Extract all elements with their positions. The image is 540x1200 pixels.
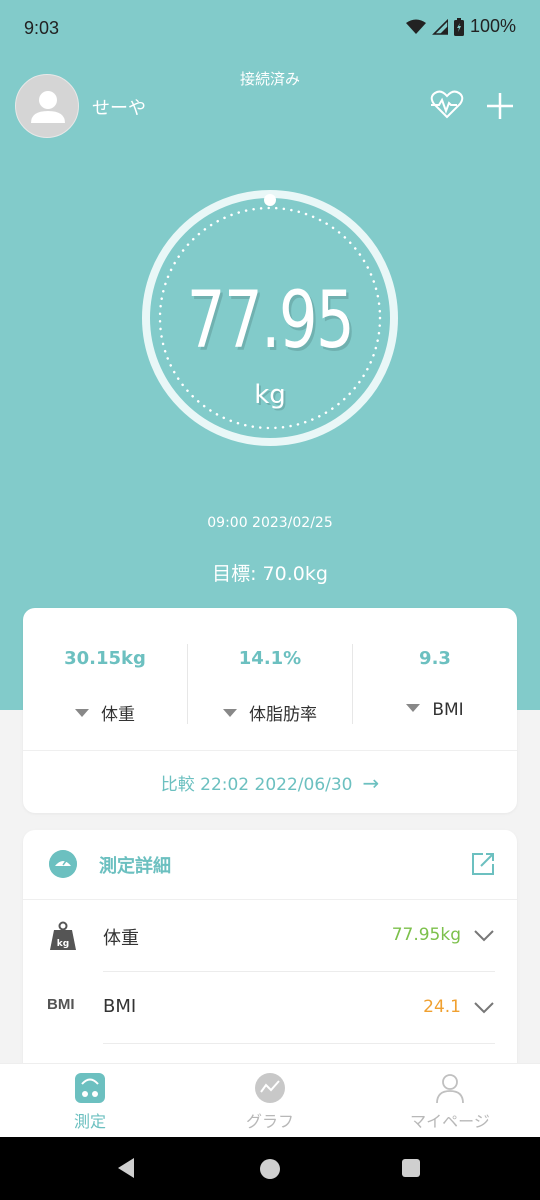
home-icon[interactable] bbox=[260, 1159, 280, 1179]
nav-graph[interactable]: グラフ bbox=[180, 1064, 360, 1138]
down-triangle-icon bbox=[406, 704, 421, 712]
graph-icon bbox=[255, 1073, 285, 1103]
down-triangle-icon bbox=[75, 709, 89, 717]
weight-unit: kg bbox=[254, 380, 286, 410]
username[interactable]: せーや bbox=[92, 94, 146, 120]
connection-status: 接続済み bbox=[239, 70, 300, 88]
nav-label: マイページ bbox=[410, 1112, 490, 1131]
signal-icon bbox=[432, 18, 448, 35]
chevron-down-icon bbox=[474, 930, 494, 942]
scale-icon bbox=[75, 1073, 105, 1103]
battery-icon bbox=[453, 17, 464, 36]
compare-button[interactable]: 比較 22:02 2022/06/30 → bbox=[23, 770, 517, 797]
battery-percent: 100% bbox=[469, 16, 516, 36]
recent-apps-icon[interactable] bbox=[402, 1159, 420, 1177]
stat-body-fat-change: 14.1% 体脂肪率 bbox=[188, 608, 352, 750]
details-title: 測定詳細 bbox=[99, 856, 171, 877]
heart-rate-icon[interactable] bbox=[430, 90, 464, 120]
stat-value: 30.15kg bbox=[64, 648, 146, 669]
system-nav-bar bbox=[0, 1137, 540, 1200]
nav-measure[interactable]: 測定 bbox=[0, 1064, 180, 1138]
stat-value: 14.1% bbox=[238, 648, 302, 669]
add-icon[interactable] bbox=[484, 90, 516, 122]
nav-label: グラフ bbox=[245, 1112, 294, 1131]
row-value: 77.95kg bbox=[391, 925, 461, 945]
scale-icon bbox=[49, 850, 77, 878]
row-value: 24.1 bbox=[423, 997, 461, 1017]
status-bar: 9:03 100% bbox=[0, 0, 540, 58]
bmi-icon: BMI bbox=[47, 996, 75, 1013]
arrow-right-icon: → bbox=[362, 771, 380, 795]
weight-value: 77.95 bbox=[186, 276, 355, 366]
detail-row-bmi[interactable]: BMI BMI 24.1 bbox=[23, 972, 517, 1044]
stat-label: 体重 bbox=[23, 700, 187, 725]
chevron-down-icon bbox=[474, 1002, 494, 1014]
share-icon[interactable] bbox=[469, 850, 497, 878]
nav-label: 測定 bbox=[73, 1112, 106, 1131]
user-icon bbox=[31, 91, 65, 123]
detail-row-weight[interactable]: kg 体重 77.95kg bbox=[23, 900, 517, 972]
comparison-card: 30.15kg 体重 14.1% 体脂肪率 9.3 BMI 比較 22:02 2… bbox=[23, 608, 517, 813]
avatar[interactable] bbox=[15, 74, 79, 138]
nav-mypage[interactable]: マイページ bbox=[360, 1064, 540, 1138]
divider bbox=[103, 1043, 495, 1044]
stat-label: BMI bbox=[353, 700, 517, 720]
person-icon bbox=[436, 1074, 464, 1104]
status-time: 9:03 bbox=[24, 18, 60, 38]
stat-value: 9.3 bbox=[419, 648, 451, 669]
status-icons: 100% bbox=[405, 16, 516, 37]
wifi-icon bbox=[405, 19, 426, 34]
divider bbox=[23, 750, 517, 751]
down-triangle-icon bbox=[223, 709, 237, 717]
row-label: 体重 bbox=[103, 928, 139, 949]
stat-label: 体脂肪率 bbox=[188, 700, 352, 725]
measured-datetime: 09:00 2023/02/25 bbox=[207, 515, 333, 531]
row-label: BMI bbox=[103, 996, 137, 1017]
svg-text:kg: kg bbox=[57, 939, 69, 949]
target-weight[interactable]: 目標: 70.0kg bbox=[0, 559, 540, 586]
back-icon[interactable] bbox=[116, 1157, 136, 1179]
stat-bmi-change: 9.3 BMI bbox=[353, 608, 517, 750]
stat-weight-change: 30.15kg 体重 bbox=[23, 608, 187, 750]
weight-kg-icon: kg bbox=[50, 921, 76, 950]
bottom-nav: 測定 グラフ マイページ bbox=[0, 1063, 540, 1137]
